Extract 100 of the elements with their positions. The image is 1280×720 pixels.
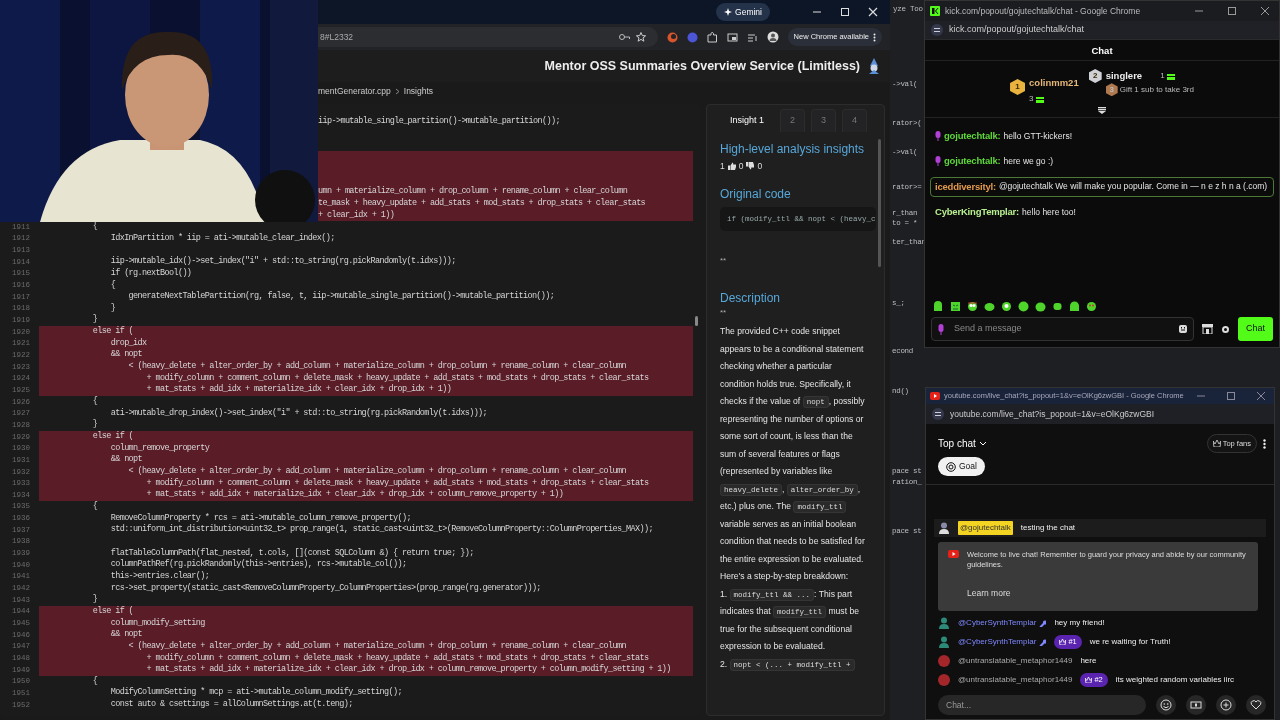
chat-input[interactable]: Chat... bbox=[938, 695, 1146, 715]
author-name[interactable]: @CyberSynthTemplar bbox=[958, 617, 1037, 629]
extension-icon[interactable] bbox=[686, 31, 698, 43]
extension-icon[interactable] bbox=[666, 31, 678, 43]
message-field[interactable]: Send a message bbox=[952, 321, 1171, 337]
queue-icon[interactable] bbox=[746, 31, 758, 43]
thumbs-down-icon[interactable] bbox=[746, 162, 755, 171]
close-icon[interactable] bbox=[1260, 6, 1270, 16]
maximize-icon[interactable] bbox=[1227, 6, 1237, 16]
code-line: + mat_stats + add_idx + materialize_idx + clear_idx + drop_idx + 1)) bbox=[145, 384, 452, 396]
message-text: here we go :) bbox=[1003, 155, 1054, 168]
microphone-icon bbox=[938, 323, 944, 335]
author-name[interactable]: @untranslatable_metaphor1449 bbox=[958, 655, 1073, 667]
avatar-icon[interactable] bbox=[766, 31, 779, 43]
send-button[interactable]: Chat bbox=[1238, 317, 1273, 341]
code-line: } bbox=[91, 314, 98, 326]
thumbs-up-icon[interactable] bbox=[727, 162, 736, 171]
code-line: ModifyColumnSetting * mcp = ati->mutable_column_modify_setting(); bbox=[109, 687, 402, 699]
store-icon[interactable] bbox=[1202, 324, 1213, 334]
avatar-icon bbox=[938, 636, 950, 648]
kick-logo-icon bbox=[930, 6, 940, 16]
message-box[interactable]: Send a message bbox=[931, 317, 1194, 341]
message-text: @gojutechtalk We will make you popular. Come in — n e z h n a (.com) bbox=[998, 180, 1268, 193]
insight-tab[interactable]: 2 bbox=[780, 109, 806, 132]
owner-name[interactable]: @gojutechtalk bbox=[958, 521, 1013, 535]
kebab-icon[interactable] bbox=[1263, 438, 1266, 449]
markdown-marker: ** bbox=[720, 255, 728, 268]
emote-icon[interactable] bbox=[1052, 301, 1063, 312]
code-line: { bbox=[91, 501, 98, 512]
settings-icon[interactable] bbox=[1221, 324, 1230, 334]
breadcrumb-link[interactable]: Insights bbox=[403, 84, 434, 98]
emoji-icon[interactable] bbox=[1179, 325, 1187, 333]
code-line: te_mask + heavy_update + add_stats + mod_stats + drop_stats + clear_stats bbox=[318, 197, 646, 209]
puzzle-icon[interactable] bbox=[706, 31, 718, 43]
message-text: hello GTT-kickers! bbox=[1003, 129, 1072, 143]
vote-count: 0 bbox=[757, 159, 763, 173]
username[interactable]: CyberKingTemplar: bbox=[935, 204, 1020, 219]
window-title: kick.com/popout/gojutechtalk/chat - Google Chrome bbox=[945, 4, 1142, 18]
rank-badge: 1 bbox=[1010, 79, 1026, 95]
emote-icon[interactable] bbox=[1035, 301, 1046, 312]
emote-icon[interactable] bbox=[950, 301, 961, 312]
message-text: hello here too! bbox=[1022, 205, 1076, 219]
message-text: here bbox=[1080, 655, 1097, 667]
key-icon[interactable] bbox=[618, 33, 630, 41]
author-name[interactable]: @CyberSynthTemplar bbox=[958, 636, 1037, 648]
learn-more-link[interactable]: Learn more bbox=[967, 588, 1011, 598]
code-line: std::uniform_int_distribution<uint32_t> prop_range(1, static_cast<uint32_t>(RemoveColumnProperty::ColumnProperties_MAX)); bbox=[109, 524, 653, 536]
username[interactable]: iceddiversityl: bbox=[935, 179, 996, 194]
wizard-icon bbox=[868, 58, 880, 74]
chevron-icon bbox=[394, 87, 400, 95]
emote-icon[interactable] bbox=[1001, 301, 1012, 312]
emote-icon[interactable] bbox=[1018, 301, 1029, 312]
vote-count: 0 bbox=[738, 159, 744, 173]
url-text: 8#L2332 bbox=[320, 30, 355, 44]
emoji-button[interactable] bbox=[1156, 695, 1176, 715]
chevron-down-icon bbox=[978, 441, 987, 447]
gift-icon bbox=[1035, 95, 1044, 103]
collapse-icon[interactable] bbox=[1097, 107, 1107, 114]
sparkle-icon bbox=[724, 8, 733, 16]
site-settings-icon[interactable] bbox=[931, 24, 943, 36]
insight-tab[interactable]: 4 bbox=[842, 109, 868, 132]
username[interactable]: gojutechtalk: bbox=[944, 154, 1001, 169]
code-line: const auto & csettings = allColumnSettings.at(t.teng); bbox=[109, 699, 353, 711]
youtube-logo-icon bbox=[930, 392, 940, 400]
rank-badge: 2 bbox=[1088, 69, 1102, 83]
emote-icon[interactable] bbox=[933, 301, 944, 312]
emote-icon[interactable] bbox=[1086, 301, 1097, 312]
section-heading: High-level analysis insights bbox=[720, 141, 866, 156]
message-text: its weighted random variables iirc bbox=[1115, 674, 1235, 686]
username[interactable]: gojutechtalk: bbox=[944, 129, 1001, 144]
author-name[interactable]: @untranslatable_metaphor1449 bbox=[958, 674, 1073, 686]
insight-tab[interactable]: Insight 1 bbox=[720, 109, 775, 132]
code-line: { bbox=[109, 279, 116, 291]
chat-title: Chat bbox=[1090, 44, 1114, 58]
money-button[interactable] bbox=[1186, 695, 1206, 715]
emote-icon[interactable] bbox=[967, 301, 978, 312]
address-bar[interactable]: 8#L2332 bbox=[318, 27, 658, 47]
code-line: + modify_column + comment_column + delete_mask + heavy_update + add_stats + mod_stats + drop_stats + clear_stats bbox=[145, 372, 649, 384]
emote-icon[interactable] bbox=[1069, 301, 1080, 312]
chat-mode-dropdown[interactable]: Top chat bbox=[938, 436, 987, 452]
emoji-icon bbox=[1160, 699, 1172, 711]
code-line: && nopt bbox=[109, 454, 143, 466]
emote-icon[interactable] bbox=[984, 301, 995, 312]
code-line: if (rg.nextBool()) bbox=[109, 267, 192, 279]
gemini-button[interactable]: Gemini bbox=[716, 2, 770, 22]
insight-tab[interactable]: 3 bbox=[811, 109, 837, 132]
star-icon[interactable] bbox=[635, 32, 646, 42]
goal-button[interactable]: Goal bbox=[938, 457, 985, 476]
description-text: Here's a step-by-step breakdown: bbox=[720, 570, 850, 584]
site-settings-icon[interactable] bbox=[932, 408, 944, 420]
crown-icon bbox=[1059, 639, 1067, 645]
screen-icon[interactable] bbox=[726, 31, 738, 43]
breadcrumb-link[interactable]: mentGenerator.cpp bbox=[318, 84, 391, 98]
code-line: column_remove_property bbox=[109, 442, 210, 454]
code-line: columnPathRef(rg.pickRandomly(this->entries), rcs->mutable_col()); bbox=[109, 559, 407, 571]
plus-button[interactable] bbox=[1216, 695, 1236, 715]
heart-button[interactable] bbox=[1246, 695, 1266, 715]
code-line: IdxInPartition * iip = ati->mutable_clear_index(); bbox=[109, 232, 335, 244]
crown-icon bbox=[1085, 677, 1093, 683]
gift-count: 1 bbox=[1160, 70, 1165, 83]
